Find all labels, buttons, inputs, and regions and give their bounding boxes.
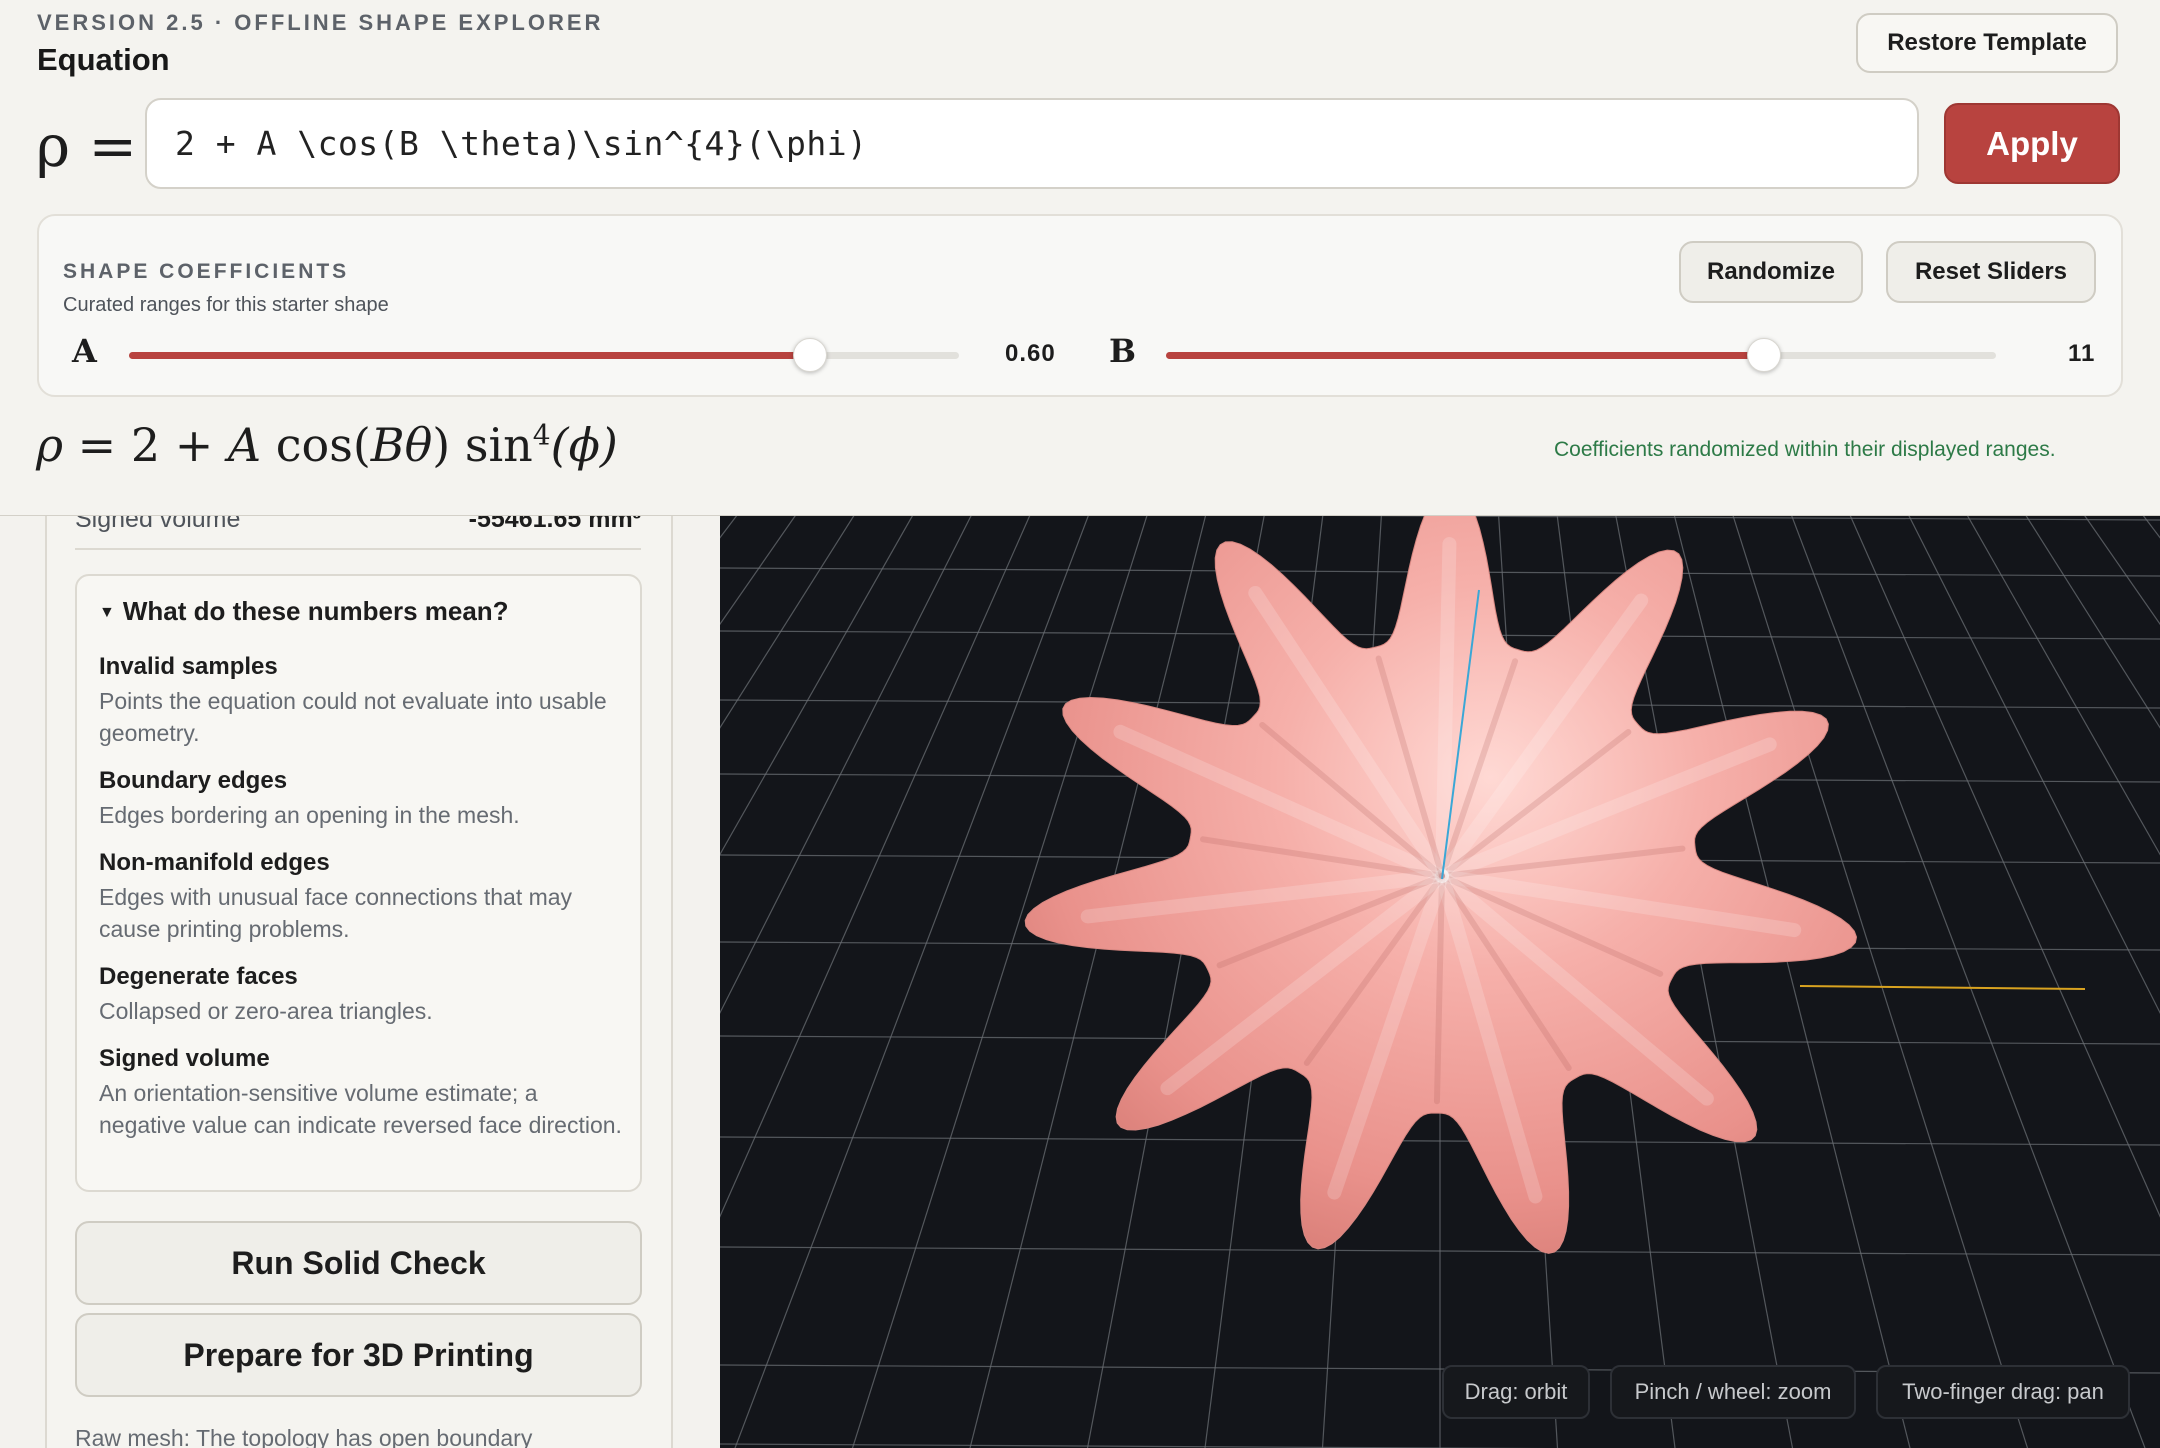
divider	[75, 548, 641, 550]
rendered-formula: ρ = 2 + A cos(Bθ) sin4(ϕ)	[36, 418, 618, 472]
hint-pan: Two-finger drag: pan	[1876, 1365, 2130, 1419]
grid-line	[720, 516, 855, 729]
formula-lhs: ρ	[36, 418, 64, 472]
term-signed-volume: Signed volume An orientation-sensitive v…	[99, 1044, 629, 1141]
slider-b-thumb[interactable]	[1746, 338, 1781, 372]
help-details: ▼ What do these numbers mean? Invalid sam…	[75, 574, 642, 1192]
grid-line	[720, 516, 1031, 1218]
help-summary-label: What do these numbers mean?	[122, 596, 509, 626]
version-label: VERSION 2.5 · OFFLINE SHAPE EXPLORER	[37, 10, 604, 35]
grid-line	[720, 516, 914, 856]
formula-sin: ) sin	[432, 418, 533, 472]
grid-line	[720, 516, 796, 626]
slider-a-fill	[129, 352, 810, 359]
term-invalid-samples: Invalid samples Points the equation coul…	[99, 652, 629, 749]
grid-line	[1732, 516, 2029, 1448]
x-axis-line	[1799, 985, 2086, 990]
hint-orbit: Drag: orbit	[1442, 1365, 1590, 1419]
grid-line	[1966, 516, 2160, 856]
term-desc: Edges with unusual face connections that…	[99, 884, 573, 942]
grid-line	[851, 516, 1148, 1448]
reset-sliders-button[interactable]: Reset Sliders	[1886, 241, 2096, 303]
term-degenerate-faces: Degenerate faces Collapsed or zero-area …	[99, 962, 629, 1027]
rho-label: ρ =	[36, 112, 138, 180]
formula-b: Bθ	[370, 418, 433, 472]
formula-a: A	[227, 418, 262, 472]
term-title: Non-manifold edges	[99, 849, 330, 876]
formula-phi: (ϕ)	[550, 418, 618, 472]
param-a-value: 0.60	[1005, 340, 1056, 367]
status-message: Coefficients randomized within their dis…	[1554, 438, 2056, 461]
param-b-value: 11	[2068, 340, 2096, 367]
term-desc: Points the equation could not evaluate i…	[99, 688, 607, 746]
formula-constant: 2 +	[130, 418, 228, 472]
run-solid-check-button[interactable]: Run Solid Check	[75, 1221, 642, 1305]
term-non-manifold-edges: Non-manifold edges Edges with unusual fa…	[99, 848, 629, 945]
shape-coefficients-panel: SHAPE COEFFICIENTS Curated ranges for th…	[37, 214, 2123, 397]
disclosure-triangle-icon: ▼	[99, 604, 115, 621]
formula-cos: cos(	[261, 418, 371, 472]
restore-template-button[interactable]: Restore Template	[1856, 13, 2118, 73]
formula-eq: =	[77, 418, 117, 472]
slider-a-thumb[interactable]	[792, 338, 827, 372]
term-boundary-edges: Boundary edges Edges bordering an openin…	[99, 766, 629, 831]
param-a-label: A	[72, 332, 97, 370]
hint-zoom: Pinch / wheel: zoom	[1610, 1365, 1856, 1419]
grid-line	[969, 516, 1207, 1448]
term-title: Degenerate faces	[99, 963, 298, 990]
slider-b[interactable]	[1166, 338, 1996, 372]
coefficients-subtitle: Curated ranges for this starter shape	[63, 294, 389, 316]
coefficients-title: SHAPE COEFFICIENTS	[63, 260, 350, 283]
grid-line	[2142, 516, 2160, 539]
viewport-canvas[interactable]	[720, 516, 2160, 1448]
slider-a[interactable]	[129, 338, 959, 372]
grid-line	[2025, 516, 2160, 729]
term-title: Boundary edges	[99, 767, 288, 794]
term-desc: An orientation-sensitive volume estimate…	[99, 1080, 622, 1138]
term-title: Invalid samples	[99, 653, 278, 680]
prepare-3d-printing-button[interactable]: Prepare for 3D Printing	[75, 1313, 642, 1397]
term-desc: Collapsed or zero-area triangles.	[99, 998, 433, 1024]
term-title: Signed volume	[99, 1045, 270, 1072]
grid-line	[720, 516, 972, 1014]
grid-line	[720, 516, 738, 539]
grid-line	[1673, 516, 1911, 1448]
equation-heading: Equation	[37, 42, 170, 77]
slider-b-fill	[1166, 352, 1764, 359]
grid-line	[1908, 516, 2160, 1014]
apply-button[interactable]: Apply	[1944, 103, 2120, 184]
randomize-button[interactable]: Randomize	[1679, 241, 1863, 303]
term-desc: Edges bordering an opening in the mesh.	[99, 802, 520, 828]
grid-line	[2084, 516, 2160, 626]
grid-line	[734, 516, 1089, 1448]
help-summary[interactable]: ▼ What do these numbers mean?	[99, 596, 509, 627]
formula-exponent: 4	[532, 418, 551, 452]
grid-line	[1791, 516, 2146, 1448]
equation-input[interactable]: 2 + A \cos(B \theta)\sin^{4}(\phi)	[145, 98, 1919, 189]
equation-header: VERSION 2.5 · OFFLINE SHAPE EXPLORER Equ…	[0, 0, 2160, 516]
param-b-label: B	[1109, 332, 1137, 370]
3d-viewport[interactable]: Drag: orbit Pinch / wheel: zoom Two-fing…	[720, 516, 2160, 1448]
grid-line	[1849, 516, 2160, 1218]
raw-mesh-note: Raw mesh: The topology has open boundary	[75, 1425, 533, 1448]
